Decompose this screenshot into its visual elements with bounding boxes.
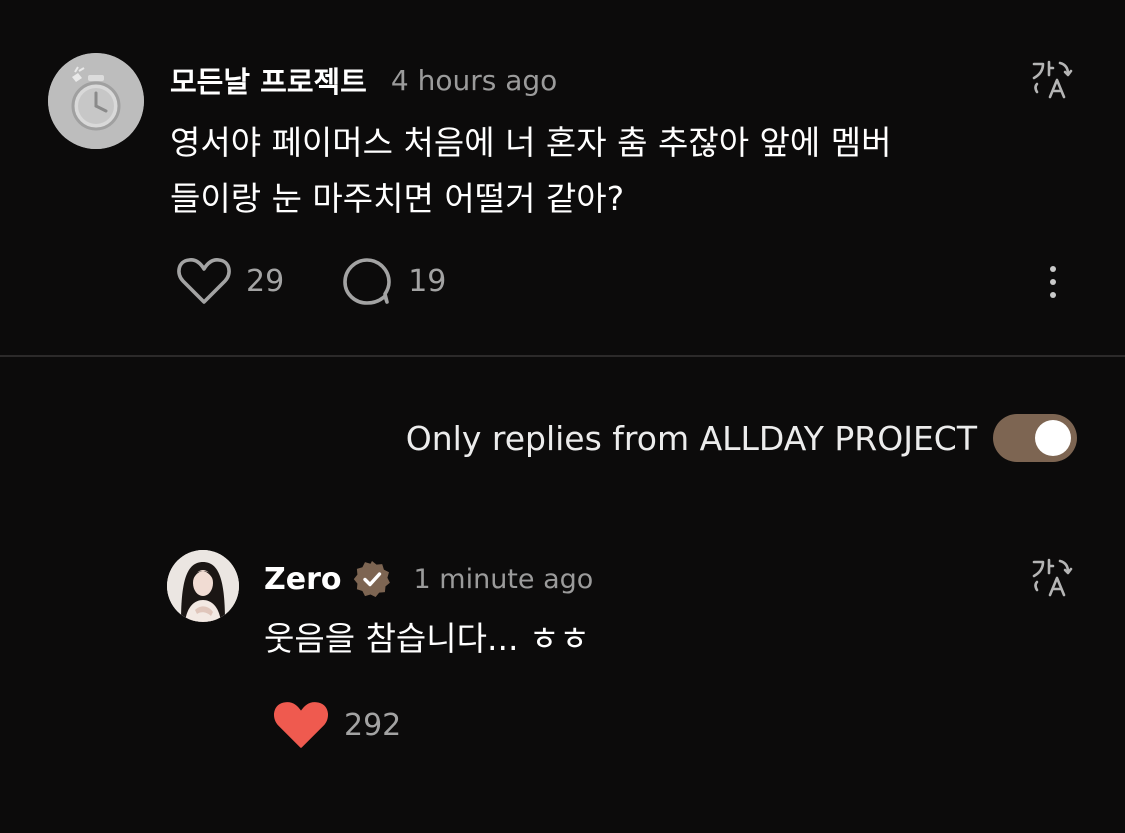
toggle-knob	[1035, 420, 1071, 456]
speech-bubble-icon	[343, 258, 391, 305]
post-text-line: 영서야 페이머스 처음에 너 혼자 춤 추잖아 앞에 멤버	[170, 123, 892, 162]
post-like-button[interactable]: 29	[176, 255, 284, 307]
post-author-avatar[interactable]	[48, 53, 144, 149]
post-timestamp: 4 hours ago	[390, 63, 558, 97]
post-text: 영서야 페이머스 처음에 너 혼자 춤 추잖아 앞에 멤버 들이랑 눈 마주치면…	[170, 115, 1010, 227]
post-reply-button[interactable]: 19	[340, 255, 446, 307]
reply-translate-button[interactable]	[1030, 556, 1074, 600]
post-actions: 29 19	[176, 254, 446, 308]
reply-text: 웃음을 참습니다... ㅎㅎ	[264, 619, 590, 658]
reply-author-name[interactable]: Zero	[264, 562, 342, 597]
reply-like-button[interactable]: 292	[272, 698, 401, 752]
replies-filter: Only replies from ALLDAY PROJECT	[406, 414, 1077, 462]
post-more-button[interactable]	[1038, 262, 1068, 302]
translate-icon	[1032, 558, 1073, 597]
post: 모든날 프로젝트 4 hours ago 영서야 페이머스 처음에 너 혼자 춤…	[0, 0, 1125, 356]
replies-filter-toggle[interactable]	[993, 414, 1077, 462]
heart-filled-icon	[273, 702, 329, 748]
stopwatch-avatar-icon	[48, 53, 144, 149]
reply-header: Zero 1 minute ago	[264, 558, 593, 600]
replies-filter-label: Only replies from ALLDAY PROJECT	[405, 418, 977, 458]
reply-author-avatar[interactable]	[167, 550, 239, 622]
reply-like-count: 292	[344, 707, 402, 743]
post-like-count: 29	[246, 263, 285, 299]
verified-badge-icon	[353, 561, 390, 597]
post-translate-button[interactable]	[1030, 58, 1074, 102]
post-header: 모든날 프로젝트 4 hours ago	[170, 58, 557, 102]
post-author-name[interactable]: 모든날 프로젝트	[170, 59, 367, 101]
more-vertical-icon	[1050, 266, 1056, 298]
heart-outline-icon	[177, 258, 231, 304]
post-reply-count: 19	[408, 263, 447, 299]
reply-timestamp: 1 minute ago	[413, 563, 594, 595]
translate-icon	[1032, 60, 1073, 99]
reply-actions: 292	[272, 698, 401, 752]
post-text-line: 들이랑 눈 마주치면 어떨거 같아?	[170, 179, 625, 218]
section-divider	[0, 355, 1125, 357]
profile-photo-avatar	[167, 550, 239, 622]
